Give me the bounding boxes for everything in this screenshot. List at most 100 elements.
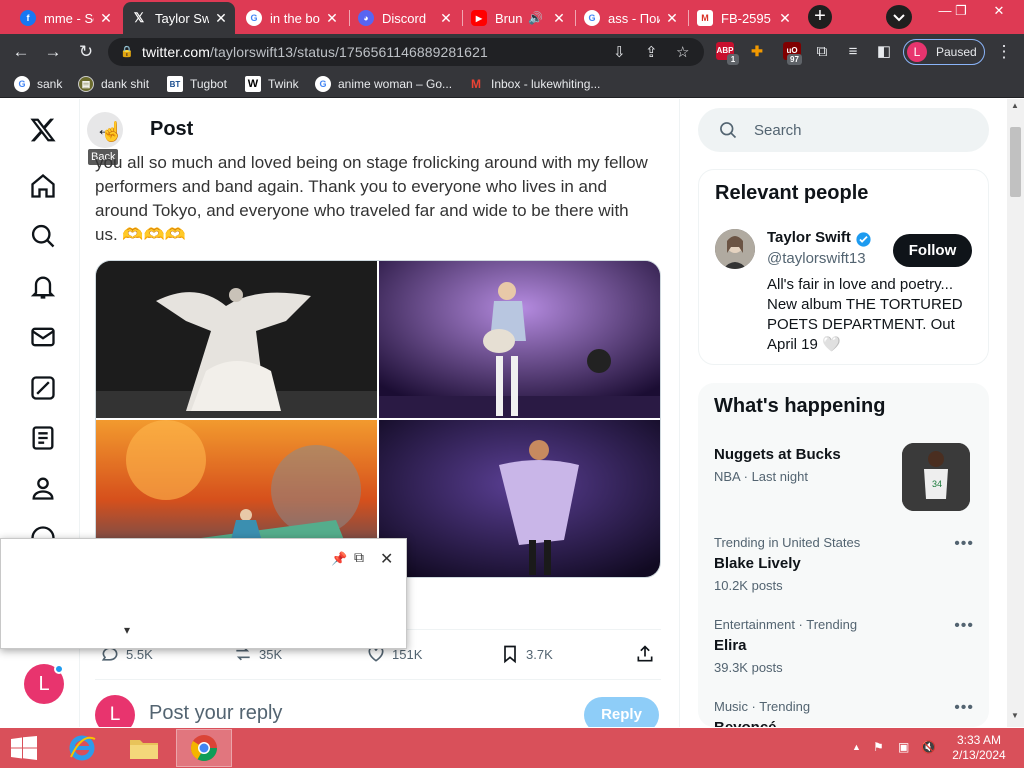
reply-input[interactable]: Post your reply bbox=[149, 702, 282, 725]
search-box bbox=[698, 108, 989, 152]
bookmark-inbox[interactable]: M Inbox - lukewhiting... bbox=[468, 76, 600, 92]
search-input[interactable] bbox=[754, 120, 954, 140]
home-icon[interactable] bbox=[29, 172, 57, 200]
more-icon[interactable]: ••• bbox=[954, 617, 974, 635]
bookmark-label: sank bbox=[37, 77, 63, 91]
expand-icon[interactable]: ⧉ bbox=[354, 549, 364, 566]
close-icon[interactable]: ✕ bbox=[98, 10, 114, 27]
tweet-photo-1[interactable] bbox=[96, 261, 377, 418]
search-icon bbox=[720, 122, 737, 139]
internet-explorer-taskbar[interactable] bbox=[54, 729, 110, 767]
side-panel-icon[interactable]: ◧ bbox=[873, 41, 895, 63]
install-icon[interactable]: ⇩ bbox=[613, 43, 626, 61]
tab-google-2[interactable]: G ass - Пои ✕ bbox=[576, 2, 686, 34]
gmail-icon: M bbox=[471, 77, 481, 91]
profile-button[interactable]: L Paused bbox=[903, 39, 985, 65]
kebab-menu-icon[interactable]: ⋮ bbox=[993, 41, 1015, 63]
whats-happening-card: What's happening Nuggets at Bucks NBA · … bbox=[698, 383, 989, 727]
puzzle-icon[interactable]: ⧉ bbox=[811, 41, 833, 63]
tab-discord[interactable]: ◕ Discord ✕ bbox=[350, 2, 460, 34]
bookmark-tugbot[interactable]: BT Tugbot bbox=[167, 76, 227, 92]
trend-item[interactable]: Entertainment · Trending Elira 39.3K pos… bbox=[714, 617, 974, 676]
system-clock[interactable]: 3:33 AM 2/13/2024 bbox=[944, 733, 1014, 763]
share-action[interactable] bbox=[635, 644, 655, 664]
windows-start-icon[interactable] bbox=[10, 736, 38, 760]
ie-icon bbox=[69, 735, 96, 761]
tab-google-1[interactable]: G in the bo ✕ bbox=[238, 2, 346, 34]
scroll-down-arrow-icon[interactable]: ▼ bbox=[1011, 711, 1019, 720]
restore-button[interactable]: ❐ bbox=[946, 2, 976, 22]
share-icon[interactable]: ⇪ bbox=[645, 43, 658, 61]
reload-icon[interactable]: ↻ bbox=[75, 41, 97, 63]
window-close-button[interactable]: ✕ bbox=[979, 2, 1019, 22]
tab-search-button[interactable] bbox=[886, 5, 912, 29]
chrome-taskbar[interactable] bbox=[176, 729, 232, 767]
speaker-icon[interactable]: 🔊 bbox=[528, 11, 543, 25]
star-icon[interactable]: ☆ bbox=[676, 43, 689, 61]
tweet-photo-2[interactable] bbox=[379, 261, 660, 418]
bookmark-anime-woman[interactable]: G anime woman – Go... bbox=[315, 76, 452, 92]
close-icon[interactable]: ✕ bbox=[777, 10, 793, 27]
account-name[interactable]: Taylor Swift bbox=[767, 229, 851, 246]
folder-icon: ▤ bbox=[78, 76, 94, 92]
clock-date: 2/13/2024 bbox=[952, 748, 1006, 762]
tab-youtube[interactable]: ▶ Brun 🔊 ✕ bbox=[463, 2, 573, 34]
close-icon[interactable]: ✕ bbox=[213, 10, 229, 27]
close-icon[interactable]: ✕ bbox=[324, 10, 340, 27]
forward-arrow-icon[interactable]: → bbox=[42, 41, 64, 63]
bookmark-label: Tugbot bbox=[190, 77, 227, 91]
bell-icon[interactable] bbox=[29, 273, 57, 301]
tab-gmail[interactable]: M FB-2595 ✕ bbox=[689, 2, 799, 34]
tab-title: Discord bbox=[382, 10, 427, 26]
bookmark-twink[interactable]: W Twink bbox=[245, 76, 299, 92]
tab-facebook[interactable]: f mme - Se ✕ bbox=[12, 2, 120, 34]
lists-icon[interactable] bbox=[29, 424, 57, 452]
floating-media-window[interactable]: 📌 ⧉ ✕ ▾ bbox=[0, 538, 407, 649]
close-icon[interactable]: ✕ bbox=[551, 10, 567, 27]
share-icon bbox=[637, 645, 653, 662]
close-icon[interactable]: ✕ bbox=[380, 549, 393, 569]
action-center-flag-icon[interactable]: ⚑ bbox=[873, 740, 884, 754]
tab-twitter[interactable]: 𝕏 Taylor Sw ✕ bbox=[123, 2, 235, 34]
divider bbox=[95, 679, 661, 680]
tweet-media-grid bbox=[95, 260, 661, 578]
close-icon[interactable]: ✕ bbox=[664, 10, 680, 27]
notification-dot bbox=[54, 664, 64, 674]
tray-arrow-icon[interactable]: ▲ bbox=[852, 742, 861, 752]
scroll-up-arrow-icon[interactable]: ▲ bbox=[1011, 101, 1019, 110]
trend-item[interactable]: Music · Trending Beyoncé ••• bbox=[714, 699, 974, 727]
search-icon[interactable] bbox=[29, 222, 57, 250]
account-avatar[interactable]: L bbox=[24, 664, 64, 704]
follow-button[interactable]: Follow bbox=[893, 234, 972, 267]
svg-text:34: 34 bbox=[932, 479, 942, 489]
trend-item[interactable]: Trending in United States Blake Lively 1… bbox=[714, 535, 974, 594]
address-bar[interactable]: 🔒 twitter.com/taylorswift13/status/17565… bbox=[108, 38, 704, 66]
pin-icon[interactable]: 📌 bbox=[331, 551, 347, 567]
bookmark-sank[interactable]: G sank bbox=[14, 76, 62, 92]
more-icon[interactable]: ••• bbox=[954, 535, 974, 553]
profile-icon[interactable] bbox=[29, 474, 57, 502]
avatar[interactable] bbox=[715, 229, 755, 269]
new-tab-button[interactable]: + bbox=[808, 5, 832, 29]
more-icon[interactable]: ••• bbox=[954, 699, 974, 717]
back-arrow-icon[interactable]: ← bbox=[10, 41, 32, 63]
bookmark-dank-shit[interactable]: ▤ dank shit bbox=[78, 76, 149, 92]
grok-icon[interactable] bbox=[29, 374, 57, 402]
x-logo-icon[interactable] bbox=[29, 116, 57, 144]
media-control-icon[interactable]: ≡ bbox=[842, 41, 864, 63]
volume-muted-icon[interactable]: 🔇 bbox=[921, 740, 936, 754]
x-icon: 𝕏 bbox=[133, 10, 145, 25]
scrollbar-thumb[interactable] bbox=[1010, 127, 1021, 197]
close-icon[interactable]: ✕ bbox=[438, 10, 454, 27]
extension-icon[interactable]: ✚ bbox=[748, 42, 766, 60]
network-icon[interactable]: ▣ bbox=[898, 740, 909, 754]
youtube-icon: ▶ bbox=[471, 10, 487, 26]
file-explorer-taskbar[interactable] bbox=[116, 729, 172, 767]
tweet-photo-4[interactable] bbox=[379, 420, 660, 577]
envelope-icon[interactable] bbox=[29, 323, 57, 351]
lock-icon: 🔒 bbox=[120, 46, 134, 58]
chevron-down-icon[interactable]: ▾ bbox=[124, 623, 130, 637]
bookmark-action[interactable]: 3.7K bbox=[500, 644, 553, 664]
reply-button[interactable]: Reply bbox=[584, 697, 659, 727]
page-scrollbar[interactable]: ▲ ▼ bbox=[1007, 99, 1024, 727]
